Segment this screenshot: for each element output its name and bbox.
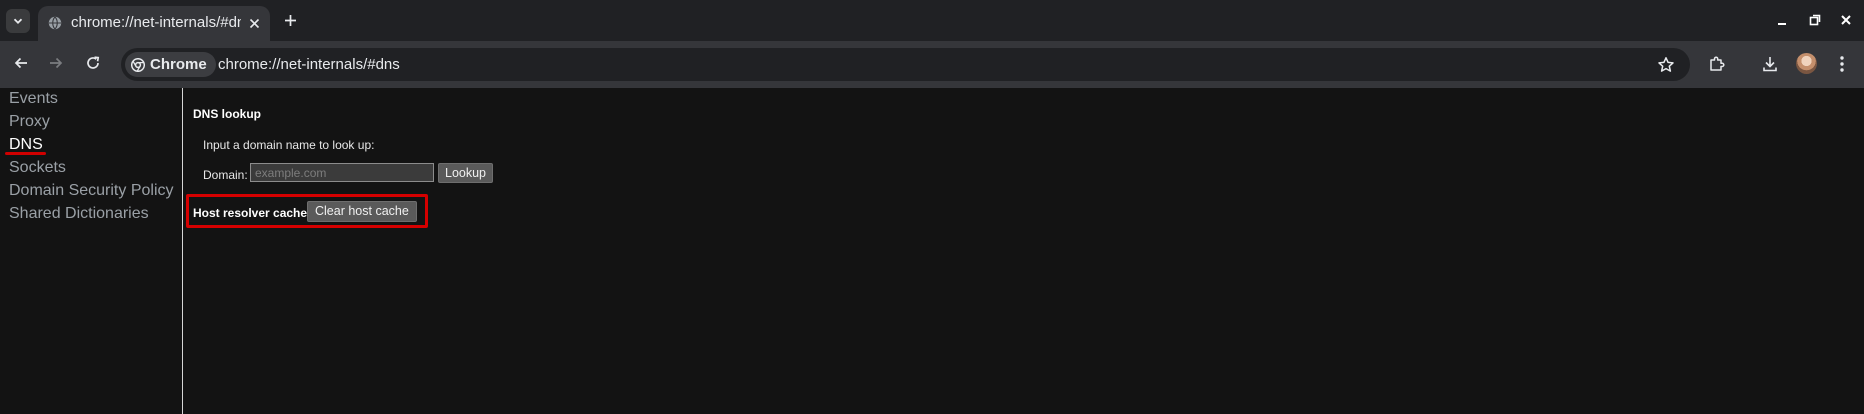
restore-icon bbox=[1809, 14, 1821, 26]
puzzle-icon bbox=[1710, 56, 1725, 71]
extensions-button[interactable] bbox=[1706, 53, 1728, 75]
sidebar-item-sockets[interactable]: Sockets bbox=[9, 159, 66, 177]
sidebar-item-domain-security-policy[interactable]: Domain Security Policy bbox=[9, 182, 174, 200]
domain-label: Domain: bbox=[203, 168, 248, 182]
site-info-chip[interactable]: Chrome bbox=[125, 52, 216, 77]
bookmark-star-icon[interactable] bbox=[1657, 56, 1675, 74]
new-tab-button[interactable] bbox=[280, 10, 300, 30]
minimize-icon bbox=[1778, 23, 1786, 25]
sidebar-item-proxy[interactable]: Proxy bbox=[9, 113, 50, 131]
chrome-icon bbox=[131, 57, 145, 72]
lookup-prompt: Input a domain name to look up: bbox=[203, 138, 375, 152]
restore-button[interactable] bbox=[1807, 12, 1823, 28]
lookup-button[interactable]: Lookup bbox=[438, 163, 494, 183]
downloads-button[interactable] bbox=[1759, 53, 1781, 75]
minimize-button[interactable] bbox=[1774, 12, 1790, 28]
tab-strip: chrome://net-internals/#dns bbox=[0, 0, 1864, 41]
tab-search-button[interactable] bbox=[6, 9, 30, 33]
omnibox[interactable]: Chrome chrome://net-internals/#dns bbox=[121, 48, 1690, 81]
back-button[interactable] bbox=[11, 53, 31, 73]
selected-indicator bbox=[5, 152, 46, 155]
dns-panel: DNS lookup Input a domain name to look u… bbox=[183, 88, 1864, 414]
menu-button[interactable] bbox=[1831, 53, 1853, 75]
reload-icon bbox=[87, 56, 100, 69]
window-close-button[interactable] bbox=[1838, 12, 1854, 28]
tab-title: chrome://net-internals/#dns bbox=[71, 14, 241, 31]
sidebar-item-events[interactable]: Events bbox=[9, 90, 58, 108]
profile-avatar[interactable] bbox=[1796, 53, 1817, 74]
active-tab[interactable]: chrome://net-internals/#dns bbox=[38, 6, 270, 41]
arrow-left-icon bbox=[14, 57, 27, 69]
toolbar: Chrome chrome://net-internals/#dns bbox=[0, 41, 1864, 88]
sidebar-item-shared-dictionaries[interactable]: Shared Dictionaries bbox=[9, 205, 149, 223]
three-dots-vertical-icon bbox=[1840, 56, 1844, 72]
close-icon bbox=[1841, 15, 1851, 25]
tab-close-icon[interactable] bbox=[246, 15, 262, 31]
dns-lookup-heading: DNS lookup bbox=[193, 107, 261, 121]
page-content: Events Proxy DNS Sockets Domain Security… bbox=[0, 88, 1864, 414]
globe-icon bbox=[48, 16, 62, 30]
domain-input[interactable] bbox=[250, 163, 434, 182]
reload-button[interactable] bbox=[83, 53, 103, 73]
chip-label: Chrome bbox=[150, 56, 207, 73]
host-resolver-cache-label: Host resolver cache bbox=[193, 206, 308, 220]
forward-button[interactable] bbox=[46, 53, 66, 73]
url-text[interactable]: chrome://net-internals/#dns bbox=[218, 56, 400, 73]
net-internals-sidebar: Events Proxy DNS Sockets Domain Security… bbox=[0, 88, 183, 414]
chevron-down-icon bbox=[13, 18, 23, 24]
plus-icon bbox=[284, 14, 296, 26]
clear-host-cache-button[interactable]: Clear host cache bbox=[307, 201, 417, 222]
arrow-right-icon bbox=[50, 57, 63, 69]
download-icon bbox=[1763, 57, 1777, 72]
